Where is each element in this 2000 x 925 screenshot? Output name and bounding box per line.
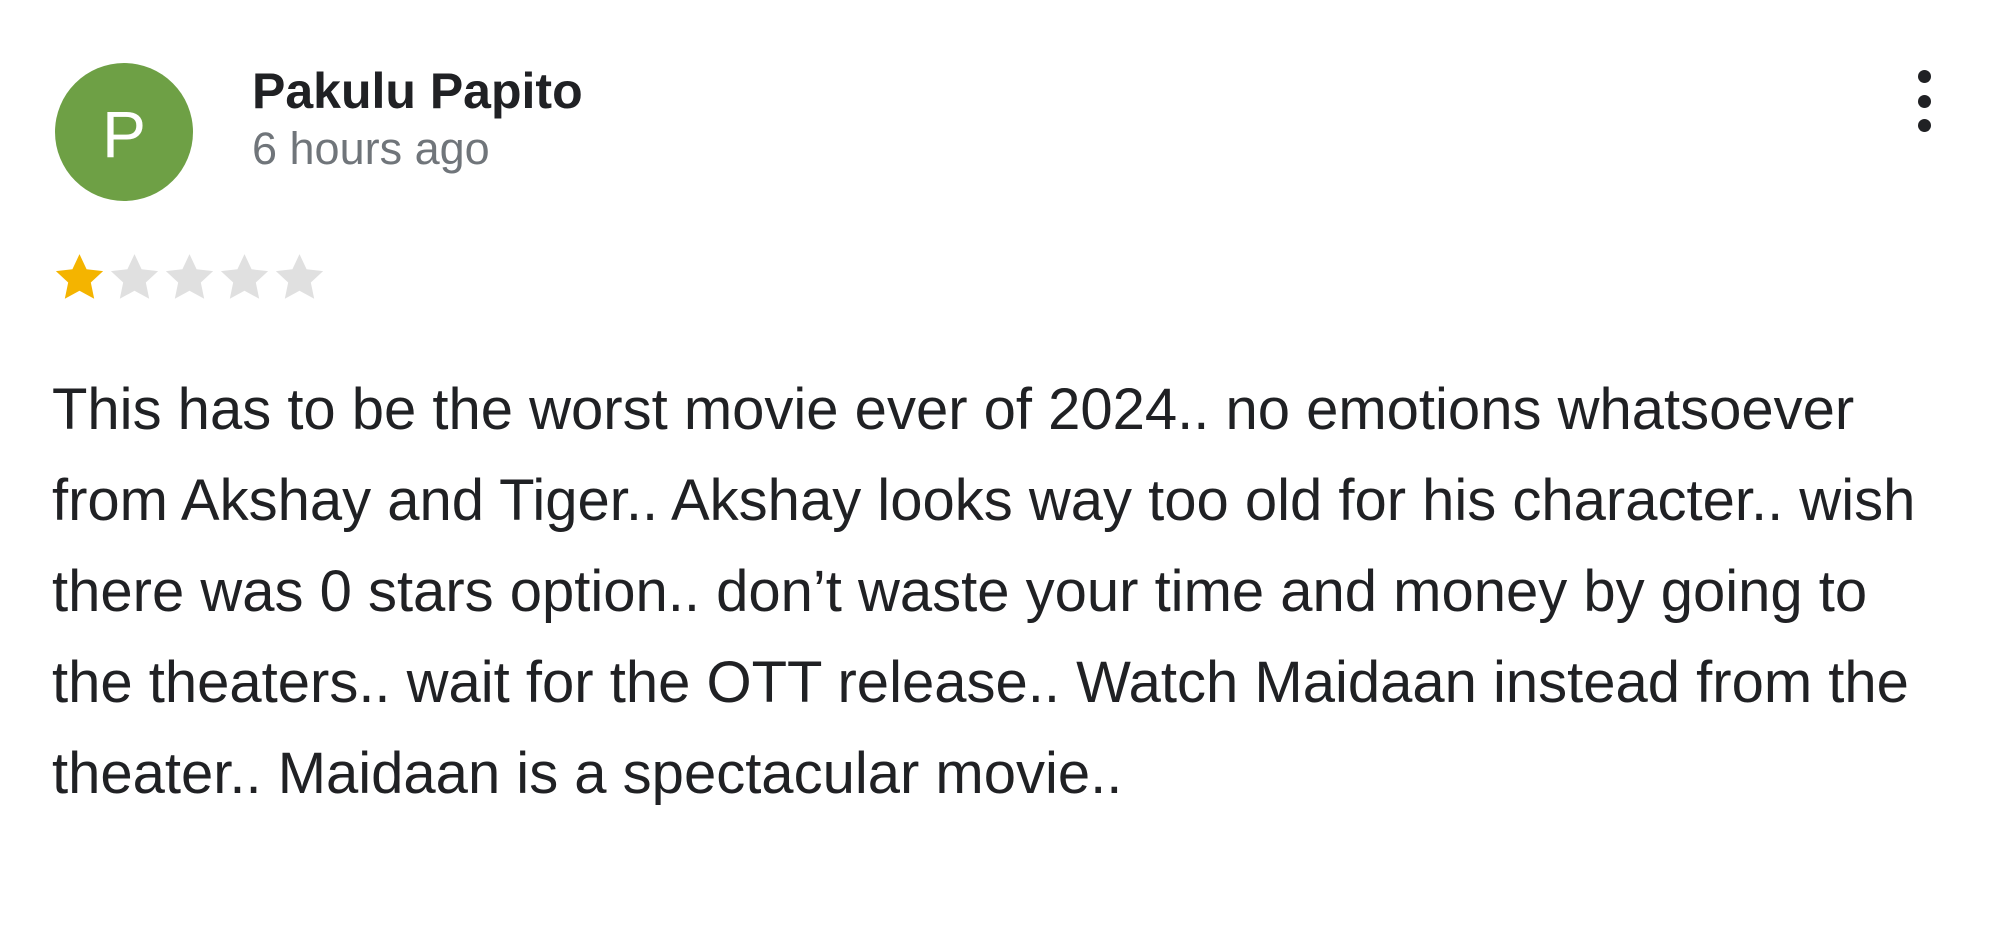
more-vert-icon-dot: [1917, 70, 1931, 83]
star-empty-icon: [110, 253, 159, 299]
review-time: 6 hours ago: [252, 123, 490, 174]
more-vert-icon-dot: [1917, 94, 1931, 108]
star-empty-icon: [275, 253, 324, 299]
review-text: This has to be the worst movie ever of 2…: [52, 377, 1916, 806]
more-options-button[interactable]: [1894, 66, 1954, 136]
reviewer-name[interactable]: Pakulu Papito: [252, 61, 583, 121]
review-card: P Pakulu Papito 6 hours ago This has to …: [0, 0, 2000, 925]
star-rating: [52, 247, 327, 307]
star-empty-icon: [220, 253, 269, 299]
star-filled-icon: [55, 253, 104, 299]
more-vert-icon-dot: [1917, 119, 1931, 132]
avatar-letter: P: [101, 97, 147, 171]
star-empty-icon: [165, 253, 214, 299]
avatar[interactable]: P: [55, 63, 193, 201]
